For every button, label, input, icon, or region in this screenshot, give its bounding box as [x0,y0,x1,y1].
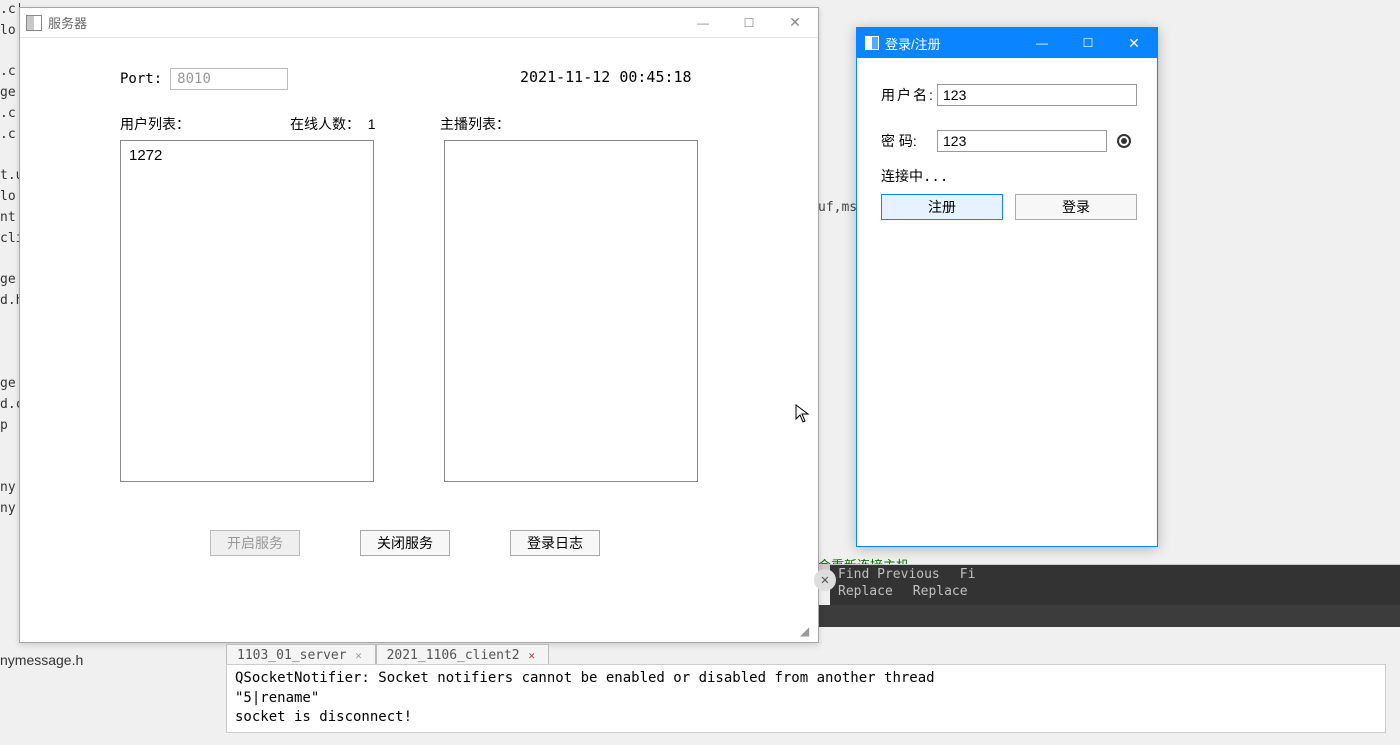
close-button[interactable]: ✕ [1111,29,1157,57]
login-titlebar[interactable]: 登录/注册 — ☐ ✕ [857,28,1157,58]
password-label: 密 码: [881,131,937,151]
replace-button[interactable]: Replace [838,584,893,599]
server-timestamp: 2021-11-12 00:45:18 [520,68,692,86]
tab-client2[interactable]: 2021_1106_client2 ✕ [376,644,549,665]
divider-stripe-dark [818,605,1400,627]
minimize-button[interactable]: — [680,9,726,37]
password-input[interactable] [937,130,1107,152]
port-label: Port: [120,71,162,87]
username-input[interactable] [937,84,1137,106]
server-window-title: 服务器 [48,13,87,32]
login-window: 登录/注册 — ☐ ✕ 用户名: 密 码: 连接中... 注册 登录 [856,27,1158,547]
host-listbox[interactable] [444,140,698,482]
login-window-title: 登录/注册 [885,34,941,53]
register-button[interactable]: 注册 [881,194,1003,220]
login-button[interactable]: 登录 [1015,194,1137,220]
find-close-button[interactable]: ✕ [814,569,836,591]
login-log-button[interactable]: 登录日志 [510,530,600,556]
start-service-button: 开启服务 [210,530,300,556]
find-next-button-fragment[interactable]: Fi [960,567,976,582]
app-icon [26,15,42,31]
server-titlebar[interactable]: 服务器 — ☐ ✕ [20,8,818,38]
close-tab-icon[interactable]: ✕ [526,650,538,662]
list-item[interactable]: 1272 [129,147,365,164]
connection-status: 连接中... [881,166,1137,186]
minimize-button[interactable]: — [1019,29,1065,57]
host-list-label: 主播列表： [440,114,510,134]
user-list-label: 用户列表： [120,114,290,134]
app-icon [865,36,879,50]
username-label: 用户名: [881,85,937,105]
find-previous-button[interactable]: Find Previous [838,567,940,582]
resize-grip-icon[interactable]: ◢ [800,624,814,638]
show-password-toggle[interactable] [1117,134,1131,148]
file-header-label: nymessage.h [0,652,83,668]
close-tab-icon[interactable]: ✕ [353,650,365,662]
replace-all-button-fragment[interactable]: Replace [913,584,968,599]
ide-sidebar-fragment: .c| lo .c| ge .c .c t.u lo nt cli ge d.h… [0,0,20,640]
maximize-button[interactable]: ☐ [726,9,772,37]
find-replace-bar: ✕ Find Previous Fi Replace Replace [830,565,1400,605]
user-listbox[interactable]: 1272 [120,140,374,482]
ide-code-fragment: uf,ms [818,200,857,215]
stop-service-button[interactable]: 关闭服务 [360,530,450,556]
application-output-console[interactable]: QSocketNotifier: Socket notifiers cannot… [226,664,1386,733]
tab-server[interactable]: 1103_01_server ✕ [226,644,376,665]
online-count-value: 1 [368,116,376,132]
close-button[interactable]: ✕ [772,9,818,37]
port-input[interactable] [170,68,288,90]
server-window: 服务器 — ☐ ✕ Port: 2021-11-12 00:45:18 用户列表… [19,7,819,643]
output-tabs: 1103_01_server ✕ 2021_1106_client2 ✕ [226,644,549,666]
online-count-label: 在线人数： 1 [290,114,440,134]
maximize-button[interactable]: ☐ [1065,29,1111,57]
